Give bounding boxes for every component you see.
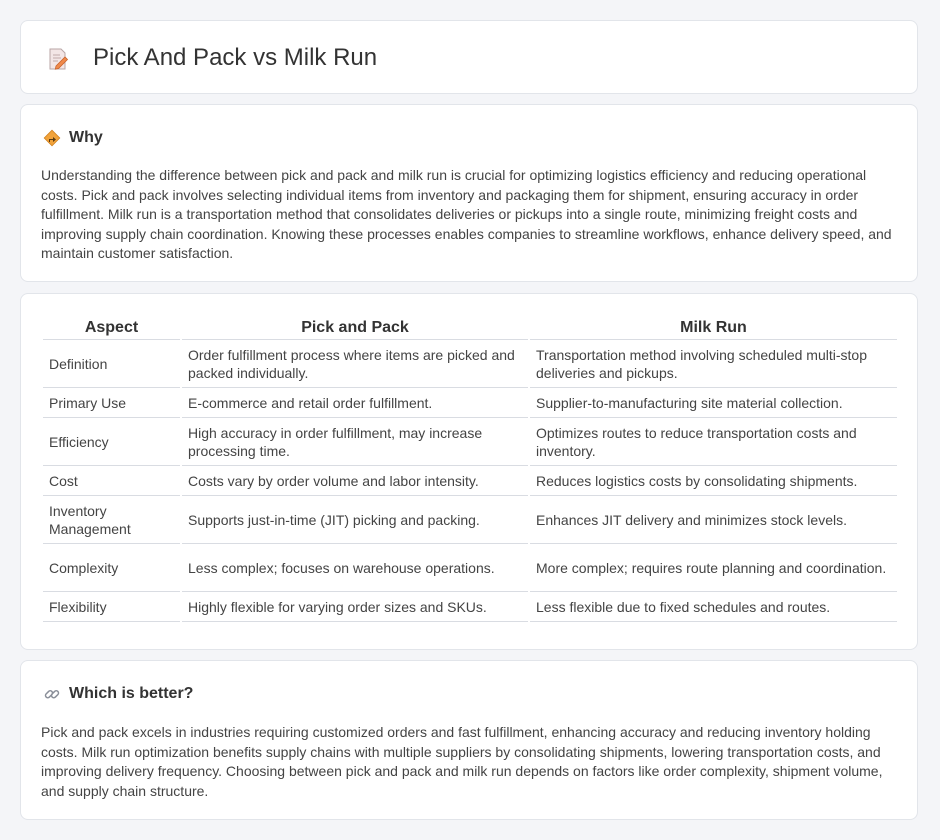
milk-run-cell: Reduces logistics costs by consolidating… bbox=[530, 466, 897, 496]
which-is-better-heading: Which is better? bbox=[69, 685, 194, 702]
aspect-cell: Complexity bbox=[43, 544, 180, 592]
pick-and-pack-cell: Less complex; focuses on warehouse opera… bbox=[182, 544, 528, 592]
table-row: Flexibility Highly flexible for varying … bbox=[43, 592, 897, 622]
link-icon bbox=[44, 690, 60, 699]
document-pen-icon bbox=[49, 48, 69, 70]
pick-and-pack-cell: Highly flexible for varying order sizes … bbox=[182, 592, 528, 622]
comparison-table: Aspect Pick and Pack Milk Run Definition… bbox=[41, 317, 899, 622]
why-section: Why Understanding the difference between… bbox=[20, 104, 918, 282]
aspect-cell: Flexibility bbox=[43, 592, 180, 622]
why-heading: Why bbox=[69, 129, 103, 146]
pick-and-pack-cell: Supports just-in-time (JIT) picking and … bbox=[182, 496, 528, 544]
aspect-cell: Efficiency bbox=[43, 418, 180, 466]
header-pick-and-pack: Pick and Pack bbox=[182, 317, 528, 340]
aspect-cell: Primary Use bbox=[43, 388, 180, 418]
page-title: Pick And Pack vs Milk Run bbox=[93, 44, 378, 71]
pick-and-pack-cell: Costs vary by order volume and labor int… bbox=[182, 466, 528, 496]
header-milk-run: Milk Run bbox=[530, 317, 897, 340]
milk-run-cell: Less flexible due to fixed schedules and… bbox=[530, 592, 897, 622]
pick-and-pack-cell: Order fulfillment process where items ar… bbox=[182, 340, 528, 388]
milk-run-cell: Supplier-to-manufacturing site material … bbox=[530, 388, 897, 418]
milk-run-cell: Optimizes routes to reduce transportatio… bbox=[530, 418, 897, 466]
milk-run-cell: Enhances JIT delivery and minimizes stoc… bbox=[530, 496, 897, 544]
signpost-diamond-icon bbox=[43, 129, 61, 147]
aspect-cell: Definition bbox=[43, 340, 180, 388]
milk-run-cell: Transportation method involving schedule… bbox=[530, 340, 897, 388]
why-text: Understanding the difference between pic… bbox=[41, 167, 892, 261]
table-row: Complexity Less complex; focuses on ware… bbox=[43, 544, 897, 592]
aspect-cell: Cost bbox=[43, 466, 180, 496]
comparison-section: Aspect Pick and Pack Milk Run Definition… bbox=[20, 293, 918, 650]
aspect-cell: Inventory Management bbox=[43, 496, 180, 544]
pick-and-pack-cell: E-commerce and retail order fulfillment. bbox=[182, 388, 528, 418]
which-is-better-section: Which is better? Pick and pack excels in… bbox=[20, 660, 918, 820]
table-row: Inventory Management Supports just-in-ti… bbox=[43, 496, 897, 544]
table-row: Cost Costs vary by order volume and labo… bbox=[43, 466, 897, 496]
table-row: Primary Use E-commerce and retail order … bbox=[43, 388, 897, 418]
header-aspect: Aspect bbox=[43, 317, 180, 340]
title-card: Pick And Pack vs Milk Run bbox=[20, 20, 918, 94]
pick-and-pack-cell: High accuracy in order fulfillment, may … bbox=[182, 418, 528, 466]
which-is-better-text: Pick and pack excels in industries requi… bbox=[41, 724, 883, 799]
milk-run-cell: More complex; requires route planning an… bbox=[530, 544, 897, 592]
table-row: Definition Order fulfillment process whe… bbox=[43, 340, 897, 388]
table-row: Efficiency High accuracy in order fulfil… bbox=[43, 418, 897, 466]
